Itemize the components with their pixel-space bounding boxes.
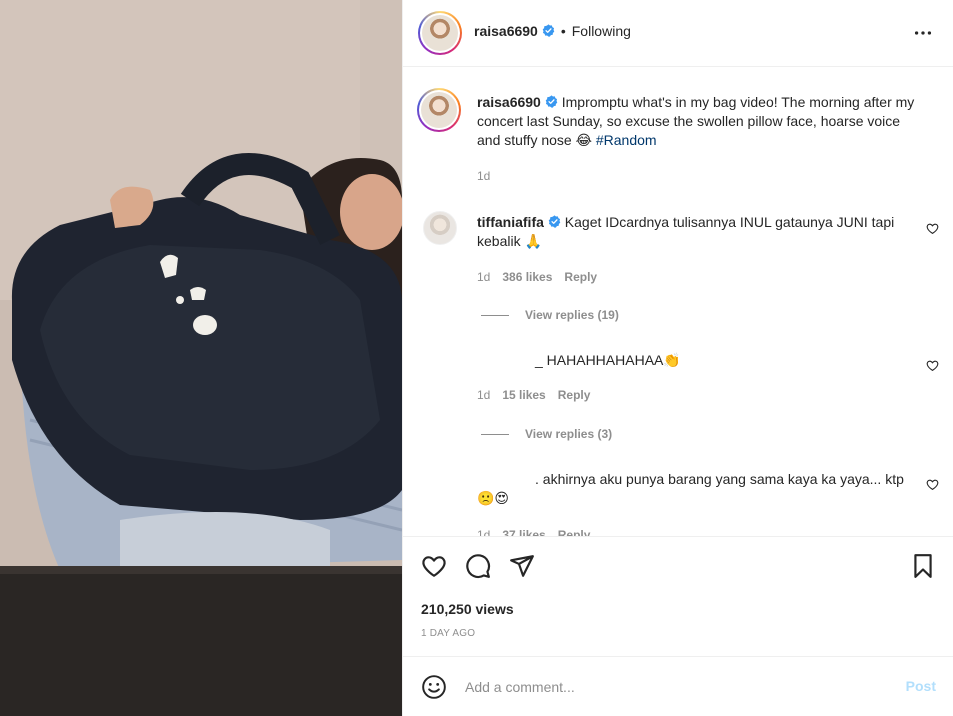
comment-time: 1d — [477, 388, 491, 402]
view-replies-button[interactable]: View replies (3) — [481, 427, 612, 441]
commenter-avatar[interactable] — [423, 211, 457, 245]
post-video[interactable] — [0, 0, 402, 716]
caption-body: Impromptu what's in my bag video! The mo… — [477, 94, 915, 148]
post-actions: 210,250 views 1 DAY AGO — [403, 536, 953, 656]
replies-line — [481, 315, 509, 317]
comment-body: _ HAHAHHAHAHAA👏 — [535, 352, 681, 368]
more-horizontal-icon[interactable] — [912, 22, 934, 44]
comment-time: 1d — [477, 270, 491, 284]
like-heart-icon[interactable] — [421, 553, 447, 579]
save-bookmark-icon[interactable] — [910, 553, 936, 579]
reply-button[interactable]: Reply — [558, 388, 591, 402]
share-paper-plane-icon[interactable] — [509, 553, 535, 579]
caption-meta: 1d — [477, 169, 502, 183]
view-replies-label: View replies (19) — [525, 308, 619, 322]
separator-dot: • — [560, 23, 566, 39]
comment-time: 1d — [477, 528, 491, 536]
comment-likes[interactable]: 386 likes — [502, 270, 552, 284]
comment-meta: 1d 386 likes Reply — [477, 270, 609, 284]
reply-button[interactable]: Reply — [564, 270, 597, 284]
post-header: raisa6690 • Following — [403, 0, 953, 67]
reply-button[interactable]: Reply — [558, 528, 591, 536]
comment-meta: 1d 15 likes Reply — [477, 388, 602, 402]
like-comment-heart-icon[interactable] — [926, 478, 939, 491]
like-comment-heart-icon[interactable] — [926, 222, 939, 235]
author-username[interactable]: raisa6690 — [474, 23, 538, 39]
verified-badge-icon — [548, 215, 561, 228]
comment-meta: 1d 37 likes Reply — [477, 528, 602, 536]
comment-text: . akhirnya aku punya barang yang sama ka… — [477, 470, 907, 508]
post-comment-button[interactable]: Post — [906, 678, 936, 694]
post-details-panel: raisa6690 • Following raisa6690 Impromptu … — [402, 0, 953, 716]
hashtag-link[interactable]: #Random — [596, 132, 657, 148]
caption-text: raisa6690 Impromptu what's in my bag vid… — [477, 93, 927, 150]
view-replies-button[interactable]: View replies (19) — [481, 308, 619, 322]
verified-badge-icon — [545, 95, 558, 108]
emoji-smiley-icon[interactable] — [421, 674, 447, 700]
comment-body: . akhirnya aku punya barang yang sama ka… — [477, 471, 904, 506]
verified-badge-icon — [542, 24, 555, 37]
comment-text: tiffaniafifa Kaget IDcardnya tulisannya … — [477, 213, 927, 251]
view-count[interactable]: 210,250 views — [421, 601, 514, 617]
caption-author-avatar[interactable] — [417, 88, 461, 132]
comment-bubble-icon[interactable] — [465, 553, 491, 579]
comments-list[interactable]: raisa6690 Impromptu what's in my bag vid… — [403, 68, 953, 536]
comment-likes[interactable]: 15 likes — [502, 388, 545, 402]
comment-username[interactable]: tiffaniafifa — [477, 214, 544, 230]
author-avatar[interactable] — [418, 11, 462, 55]
author-info: raisa6690 • Following — [474, 23, 631, 39]
comment-text: _ HAHAHHAHAHAA👏 — [477, 351, 927, 370]
following-button[interactable]: Following — [572, 23, 631, 39]
comment-input[interactable] — [465, 676, 885, 698]
post-timestamp[interactable]: 1 DAY AGO — [421, 628, 475, 639]
caption-username[interactable]: raisa6690 — [477, 94, 541, 110]
like-comment-heart-icon[interactable] — [926, 359, 939, 372]
video-frame — [0, 0, 402, 716]
caption-time: 1d — [477, 169, 491, 183]
replies-line — [481, 434, 509, 436]
view-replies-label: View replies (3) — [525, 427, 613, 441]
comment-likes[interactable]: 37 likes — [502, 528, 545, 536]
add-comment-bar: Post — [403, 656, 953, 716]
